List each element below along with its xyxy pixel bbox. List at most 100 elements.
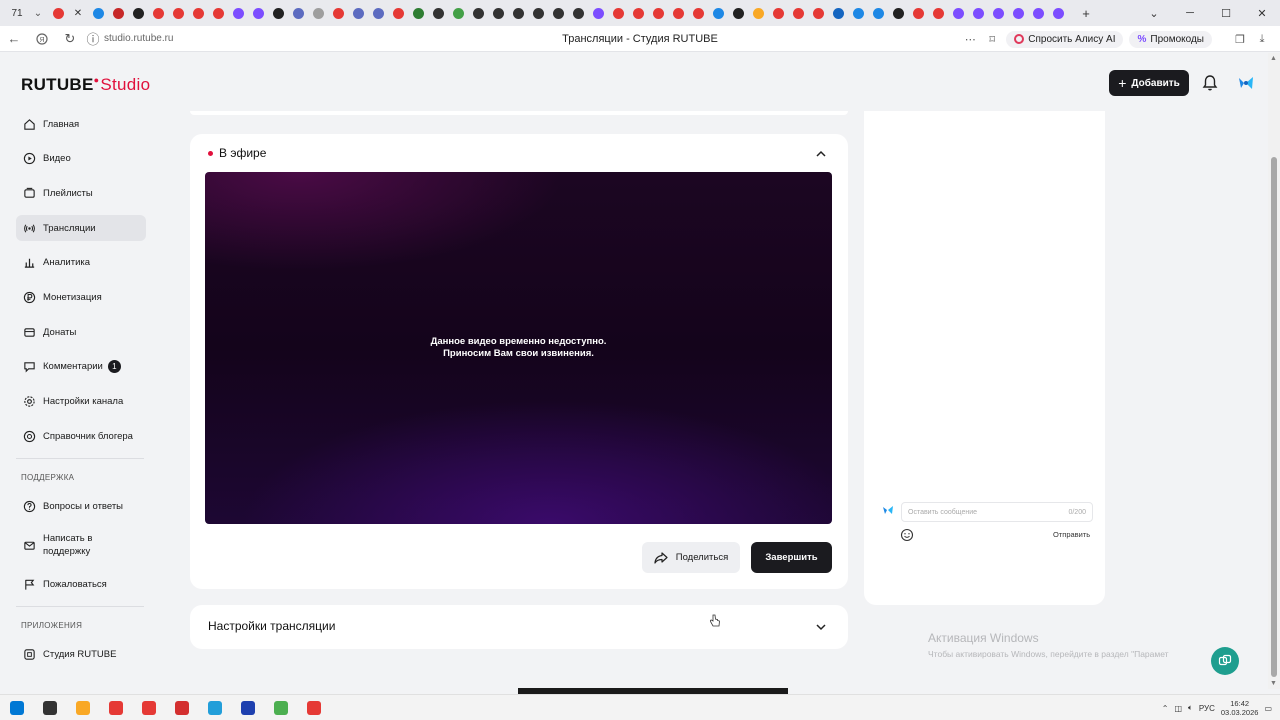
chat-send-button[interactable]: Отправить [1053,530,1090,539]
browser-tab[interactable] [508,3,528,23]
sidebar-item-donates[interactable]: Донаты [16,319,146,345]
browser-tab[interactable] [208,3,228,23]
browser-tab[interactable] [1048,3,1068,23]
support-chat-button[interactable] [1211,647,1239,675]
back-arrow-icon[interactable]: ← [0,26,28,52]
collections-icon[interactable]: ❐ [1232,33,1248,46]
browser-tab[interactable] [228,3,248,23]
more-icon[interactable]: ⋯ [962,33,978,46]
sidebar-item-video[interactable]: Видео [16,146,146,172]
browser-tab[interactable] [368,3,388,23]
browser-tab[interactable] [528,3,548,23]
tray-volume-icon[interactable]: 🔈︎ [1188,703,1193,713]
sidebar-item-write-support[interactable]: Написать в поддержку [16,529,146,563]
browser-tab[interactable] [1008,3,1028,23]
browser-tab[interactable] [928,3,948,23]
sidebar-item-monetization[interactable]: Монетизация [16,284,146,310]
browser-tab[interactable] [428,3,448,23]
tray-chevron-icon[interactable]: ⌃ [1162,704,1169,713]
browser-tab[interactable] [768,3,788,23]
ask-alisa-button[interactable]: Спросить Алису AI [1006,30,1124,48]
browser-tab[interactable] [548,3,568,23]
browser-tab[interactable] [608,3,628,23]
browser-tab[interactable] [288,3,308,23]
taskbar-app-icon[interactable] [264,695,297,720]
chat-message-input[interactable]: Оставить сообщение 0/200 [901,502,1093,522]
chevron-up-icon[interactable] [814,147,828,161]
taskbar-app-icon[interactable] [99,695,132,720]
browser-tab[interactable] [948,3,968,23]
browser-tab[interactable] [148,3,168,23]
promo-button[interactable]: % Промокоды [1129,30,1212,48]
video-player[interactable]: Данное видео временно недоступно. Принос… [205,172,832,524]
close-window-icon[interactable]: ✕ [1244,0,1280,26]
taskbar-app-icon[interactable] [66,695,99,720]
taskbar-app-icon[interactable] [33,695,66,720]
browser-tab[interactable] [908,3,928,23]
taskbar-app-icon[interactable] [297,695,330,720]
share-button[interactable]: Поделиться [642,542,740,573]
browser-tab[interactable] [688,3,708,23]
emoji-icon[interactable] [900,528,914,542]
tab-list-chevron-icon[interactable]: ⌄ [28,8,48,19]
bell-icon[interactable] [1202,74,1218,92]
browser-tab[interactable] [808,3,828,23]
browser-tab[interactable] [728,3,748,23]
scroll-down-icon[interactable]: ▼ [1270,680,1277,687]
reload-icon[interactable]: ↻ [56,26,84,52]
browser-tab[interactable] [968,3,988,23]
browser-tab[interactable] [748,3,768,23]
chevron-down-icon[interactable] [814,620,828,634]
browser-tab[interactable] [588,3,608,23]
new-tab-plus-icon[interactable]: + [1076,6,1096,21]
taskbar-clock[interactable]: 16:42 03.03.2026 [1221,699,1259,717]
browser-tab[interactable] [828,3,848,23]
sidebar-item-studio-app[interactable]: Студия RUTUBE [16,642,146,668]
browser-tab[interactable] [48,3,68,23]
browser-tab[interactable] [988,3,1008,23]
browser-tab[interactable] [628,3,648,23]
sidebar-item-complain[interactable]: Пожаловаться [16,571,146,597]
browser-tab[interactable] [788,3,808,23]
browser-tab[interactable] [248,3,268,23]
sidebar-item-comments[interactable]: Комментарии 1 [16,354,146,380]
yandex-home-icon[interactable]: Я [28,26,56,52]
browser-tab[interactable] [668,3,688,23]
browser-tab[interactable] [648,3,668,23]
browser-tab[interactable] [88,3,108,23]
minimize-icon[interactable]: ─ [1172,0,1208,26]
browser-tab[interactable] [268,3,288,23]
browser-tab[interactable] [408,3,428,23]
scroll-thumb[interactable] [1271,157,1277,677]
sidebar-item-home[interactable]: Главная [16,111,146,137]
taskbar-app-icon[interactable] [132,695,165,720]
tray-lang[interactable]: РУС [1199,704,1215,713]
sidebar-item-channel-settings[interactable]: Настройки канала [16,389,146,415]
browser-tab[interactable] [708,3,728,23]
browser-tab[interactable] [488,3,508,23]
browser-tab[interactable] [308,3,328,23]
site-info-icon[interactable]: ⓘ [84,26,102,52]
sidebar-item-broadcasts[interactable]: Трансляции [16,215,146,242]
sidebar-item-playlists[interactable]: Плейлисты [16,180,146,206]
browser-tab[interactable] [468,3,488,23]
taskbar-app-icon[interactable] [0,695,33,720]
browser-tab[interactable] [448,3,468,23]
browser-tab[interactable] [168,3,188,23]
sidebar-item-blogger-guide[interactable]: Справочник блогера [16,423,146,449]
bookmark-icon[interactable]: ⌑ [984,33,1000,46]
broadcast-settings-card[interactable]: Настройки трансляции [190,605,848,649]
live-header[interactable]: В эфире [208,146,266,160]
browser-tab[interactable] [348,3,368,23]
sidebar-item-faq[interactable]: Вопросы и ответы [16,494,146,520]
taskbar-app-icon[interactable] [198,695,231,720]
taskbar-app-icon[interactable] [165,695,198,720]
browser-tab[interactable] [388,3,408,23]
browser-tab[interactable] [868,3,888,23]
finish-broadcast-button[interactable]: Завершить [751,542,832,573]
tab-close-icon[interactable]: ✕ [68,8,88,19]
url-text[interactable]: studio.rutube.ru [104,33,174,44]
browser-tab[interactable] [188,3,208,23]
browser-tab[interactable] [888,3,908,23]
browser-tab[interactable] [328,3,348,23]
